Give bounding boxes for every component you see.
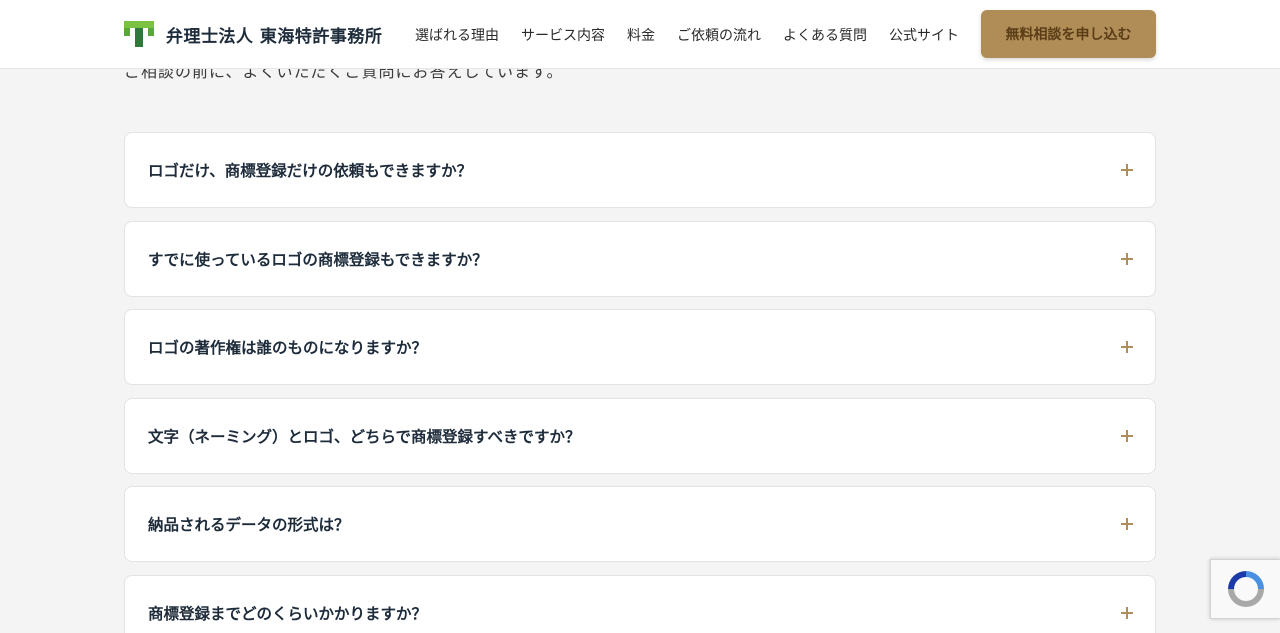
logo-mark-icon	[124, 21, 154, 47]
faq-question: ロゴの著作権は誰のものになりますか？	[148, 339, 428, 357]
faq-question: ロゴだけ、商標登録だけの依頼もできますか？	[148, 162, 473, 180]
nav-flow[interactable]: ご依頼の流れ	[677, 25, 761, 45]
recaptcha-icon	[1227, 571, 1264, 607]
plus-icon[interactable]	[1121, 429, 1133, 442]
plus-icon[interactable]	[1121, 252, 1133, 265]
nav-services[interactable]: サービス内容	[521, 25, 605, 45]
faq-item[interactable]: すでに使っているロゴの商標登録もできますか？	[124, 220, 1156, 297]
nav-faq[interactable]: よくある質問	[783, 25, 867, 45]
plus-icon[interactable]	[1121, 606, 1133, 619]
faq-item[interactable]: ロゴの著作権は誰のものになりますか？	[124, 309, 1156, 385]
free-consultation-button[interactable]: 無料相談を申し込む	[981, 10, 1156, 58]
faq-item[interactable]: 文字（ネーミング）とロゴ、どちらで商標登録すべきですか？	[124, 397, 1156, 474]
faq-item[interactable]: 納品されるデータの形式は？	[124, 486, 1156, 562]
plus-icon[interactable]	[1121, 341, 1133, 353]
faq-item[interactable]: ロゴだけ、商標登録だけの依頼もできますか？	[124, 132, 1156, 208]
plus-icon[interactable]	[1121, 518, 1133, 530]
faq-list: ロゴだけ、商標登録だけの依頼もできますか？ すでに使っているロゴの商標登録もでき…	[124, 132, 1156, 633]
nav-reasons[interactable]: 選ばれる理由	[415, 25, 499, 45]
site-logo[interactable]: 弁理士法人 東海特許事務所	[124, 21, 382, 47]
recaptcha-badge[interactable]	[1210, 559, 1280, 619]
nav-official-site[interactable]: 公式サイト	[889, 25, 959, 45]
logo-text: 弁理士法人 東海特許事務所	[166, 26, 383, 47]
faq-question: 商標登録までどのくらいかかりますか？	[148, 604, 428, 623]
plus-icon[interactable]	[1121, 164, 1133, 176]
faq-item[interactable]: 商標登録までどのくらいかかりますか？	[124, 574, 1156, 633]
main-nav: 選ばれる理由 サービス内容 料金 ご依頼の流れ よくある質問 公式サイト	[415, 0, 981, 69]
site-header: 弁理士法人 東海特許事務所 選ばれる理由 サービス内容 料金 ご依頼の流れ よく…	[0, 0, 1280, 69]
faq-question: すでに使っているロゴの商標登録もできますか？	[148, 250, 488, 269]
faq-question: 文字（ネーミング）とロゴ、どちらで商標登録すべきですか？	[148, 427, 581, 446]
nav-pricing[interactable]: 料金	[627, 25, 655, 45]
faq-question: 納品されるデータの形式は？	[148, 516, 350, 534]
